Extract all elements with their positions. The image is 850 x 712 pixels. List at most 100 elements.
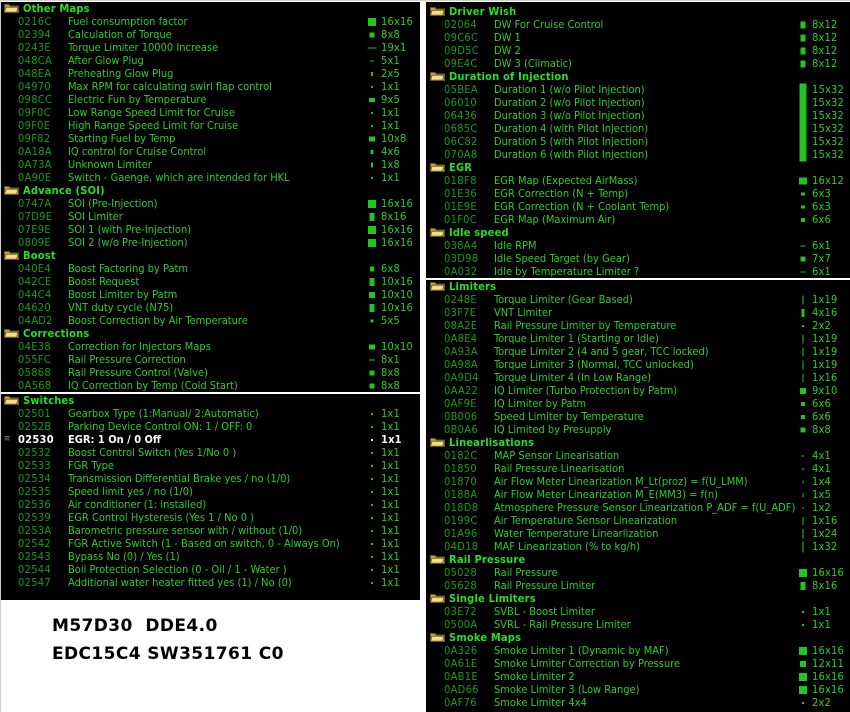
group-header[interactable]: Driver Wish: [426, 5, 850, 18]
map-row[interactable]: 04D18 MAF Linearization (% to kg/h) 1x32: [426, 540, 850, 553]
group-header[interactable]: Switches: [0, 394, 420, 407]
map-row[interactable]: 06436 Duration 3 (w/o Pilot Injection) 15x…: [426, 109, 850, 122]
map-row[interactable]: 0747A SOI (Pre-Injection) 16x16: [0, 197, 420, 210]
map-row[interactable]: 01A96 Water Temperature Linearlization 1x2…: [426, 527, 850, 540]
map-row[interactable]: 09E4C DW 3 (Climatic) 8x12: [426, 57, 850, 70]
map-row[interactable]: 0B006 Speed Limiter by Temperature 6x6: [426, 410, 850, 423]
map-row[interactable]: 09F0C Low Range Speed Limit for Cruise 1x1: [0, 106, 420, 119]
map-row[interactable]: 0A326 Smoke Limiter 1 (Dynamic by MAF) 16x…: [426, 644, 850, 657]
map-row[interactable]: 0A98A Torque Limiter 3 (Normal, TCC unloc…: [426, 358, 850, 371]
group-header[interactable]: Duration of Injection: [426, 70, 850, 83]
map-row[interactable]: 0A8E4 Torque Limiter 1 (Starting or Idle)…: [426, 332, 850, 345]
map-row[interactable]: 0A18A IQ control for Cruise Control 4x6: [0, 145, 420, 158]
map-row[interactable]: 09F0E High Range Speed Limit for Cruise 1x…: [0, 119, 420, 132]
map-row[interactable]: 05868 Rail Pressure Control (Valve) 8x8: [0, 366, 420, 379]
map-row[interactable]: 02542 FGR Active Switch (1 - Based on swi…: [0, 537, 420, 550]
map-row[interactable]: 06C82 Duration 5 (with Pilot Injection) 15…: [426, 135, 850, 148]
group-header[interactable]: Other Maps: [0, 2, 420, 15]
map-row[interactable]: 05BEA Duration 1 (w/o Pilot Injection) 15x…: [426, 83, 850, 96]
map-row[interactable]: 048EA Preheating Glow Plug 2x5: [0, 67, 420, 80]
group-header[interactable]: Single Limiters: [426, 592, 850, 605]
map-row[interactable]: 02539 EGR Control Hysteresis (Yes 1 / No …: [0, 511, 420, 524]
map-row[interactable]: 03E72 SVBL - Boost Limiter 1x1: [426, 605, 850, 618]
map-row[interactable]: 0243E Torque Limiter 10000 Increase 19x1: [0, 41, 420, 54]
map-row[interactable]: 09F82 Starting Fuel by Temp 10x8: [0, 132, 420, 145]
map-row[interactable]: 05628 Rail Pressure Limiter 8x16: [426, 579, 850, 592]
map-row[interactable]: 05028 Rail Pressure 16x16: [426, 566, 850, 579]
group-header[interactable]: Advance (SOI): [0, 184, 420, 197]
group-header[interactable]: EGR: [426, 161, 850, 174]
map-row[interactable]: 040E4 Boost Factoring by Patm 6x8: [0, 262, 420, 275]
map-row[interactable]: 02394 Calculation of Torque 8x8: [0, 28, 420, 41]
map-row[interactable]: 01870 Air Flow Meter Linearization M_Lt(p…: [426, 475, 850, 488]
map-row[interactable]: 018D8 Atmosphere Pressure Sensor Lineariz…: [426, 501, 850, 514]
map-row[interactable]: 0A61E Smoke Limiter Correction by Pressur…: [426, 657, 850, 670]
map-row[interactable]: 07D9E SOI Limiter 8x16: [0, 210, 420, 223]
left-tree-column[interactable]: Other Maps 0216C Fuel consumption factor 16…: [0, 0, 420, 600]
map-row[interactable]: 0809E SOI 2 (w/o Pre-Injection) 16x16: [0, 236, 420, 249]
map-row[interactable]: 0216C Fuel consumption factor 16x16: [0, 15, 420, 28]
group-header[interactable]: Limiters: [426, 280, 850, 293]
map-row[interactable]: 09C6C DW 1 8x12: [426, 31, 850, 44]
map-row[interactable]: 042CE Boost Request 10x16: [0, 275, 420, 288]
map-row[interactable]: 048CA After Glow Plug 5x1: [0, 54, 420, 67]
map-row[interactable]: 02544 Boil Protection Selection (0 - Oil …: [0, 563, 420, 576]
map-row[interactable]: 0A9D4 Torque Limiter 4 (In Low Range) 1x16: [426, 371, 850, 384]
map-row[interactable]: 02534 Transmission Differential Brake yes…: [0, 472, 420, 485]
map-row[interactable]: 03D98 Idle Speed Target (by Gear) 7x7: [426, 252, 850, 265]
map-row[interactable]: 02547 Additional water heater fitted yes …: [0, 576, 420, 589]
map-row[interactable]: 04E38 Correction for Injectors Maps 10x10: [0, 340, 420, 353]
map-row[interactable]: 0B0A6 IQ Limited by Presupply 8x8: [426, 423, 850, 436]
map-row[interactable]: 01E36 EGR Correction (N + Temp) 6x3: [426, 187, 850, 200]
map-row[interactable]: 02535 Speed limit yes / no (1/0) 1x1: [0, 485, 420, 498]
map-row[interactable]: 0A90E Switch - Gaenge, which are intended…: [0, 171, 420, 184]
map-row[interactable]: 0AF76 Smoke Limiter 4x4 2x2: [426, 696, 850, 709]
map-row[interactable]: 09D5C DW 2 8x12: [426, 44, 850, 57]
map-row[interactable]: 0253A Barometric pressure sensor with / w…: [0, 524, 420, 537]
map-row[interactable]: 070A8 Duration 6 (with Pilot Injection) 15…: [426, 148, 850, 161]
right-tree-column[interactable]: Driver Wish 02064 DW For Cruise Control 8x1…: [426, 0, 850, 712]
map-row[interactable]: 02536 Air conditioner (1: installed) 1x1: [0, 498, 420, 511]
group-header[interactable]: Linearlisations: [426, 436, 850, 449]
map-row[interactable]: 02532 Boost Control Switch (Yes 1/No 0 ) 1…: [0, 446, 420, 459]
map-row[interactable]: 098CC Electric Fun by Temperature 9x5: [0, 93, 420, 106]
map-row[interactable]: 02543 Bypass No (0) / Yes (1) 1x1: [0, 550, 420, 563]
map-row[interactable]: 0AD66 Smoke Limiter 3 (Low Range) 16x16: [426, 683, 850, 696]
map-row[interactable]: 0685C Duration 4 (with Pilot Injection) 15…: [426, 122, 850, 135]
map-row[interactable]: 0A032 Idle by Temperature Limiter ? 6x1: [426, 265, 850, 278]
map-row[interactable]: 038A4 Idle RPM 6x1: [426, 239, 850, 252]
map-row[interactable]: 0252B Parking Device Control ON: 1 / OFF:…: [0, 420, 420, 433]
map-row[interactable]: 055FC Rail Pressure Correction 8x1: [0, 353, 420, 366]
map-row[interactable]: 0199C Air Temperature Sensor Linearizatio…: [426, 514, 850, 527]
map-row[interactable]: 04AD2 Boost Correction by Air Temperature…: [0, 314, 420, 327]
map-row[interactable]: 03F7E VNT Limiter 4x16: [426, 306, 850, 319]
map-row[interactable]: 08A2E Rail Pressure Limiter by Temperatur…: [426, 319, 850, 332]
map-row[interactable]: 0500A SVRL - Rail Pressure Limiter 1x1: [426, 618, 850, 631]
map-row[interactable]: 0182C MAP Sensor Linearisation 4x1: [426, 449, 850, 462]
map-row[interactable]: ≡ 02530 EGR: 1 On / 0 Off 1x1: [0, 433, 420, 446]
group-header[interactable]: Boost: [0, 249, 420, 262]
map-row[interactable]: 01F0C EGR Map (Maximum Air) 6x6: [426, 213, 850, 226]
map-row[interactable]: 0AB1E Smoke Limiter 2 16x16: [426, 670, 850, 683]
group-header[interactable]: Smoke Maps: [426, 631, 850, 644]
group-header[interactable]: Rail Pressure: [426, 553, 850, 566]
map-row[interactable]: 02501 Gearbox Type (1:Manual/ 2:Automatic…: [0, 407, 420, 420]
map-row[interactable]: 02533 FGR Type 1x1: [0, 459, 420, 472]
map-row[interactable]: 0A93A Torque Limiter 2 (4 and 5 gear, TCC…: [426, 345, 850, 358]
map-row[interactable]: 04620 VNT duty cycle (N75) 10x16: [0, 301, 420, 314]
map-row[interactable]: 07E9E SOI 1 (with Pre-Injection) 16x16: [0, 223, 420, 236]
group-header[interactable]: Corrections: [0, 327, 420, 340]
group-header[interactable]: Idle speed: [426, 226, 850, 239]
map-row[interactable]: 0AA22 IQ Limiter (Turbo Protection by Pat…: [426, 384, 850, 397]
map-row[interactable]: 01BF8 EGR Map (Expected AirMass) 16x12: [426, 174, 850, 187]
map-row[interactable]: 0A568 IQ Correction by Temp (Cold Start) 8…: [0, 379, 420, 392]
map-row[interactable]: 0AF9E IQ Limiter by Patm 6x6: [426, 397, 850, 410]
map-row[interactable]: 0188A Air Flow Meter Linearization M_E(MM…: [426, 488, 850, 501]
map-row[interactable]: 04970 Max RPM for calculating swirl flap …: [0, 80, 420, 93]
map-row[interactable]: 06010 Duration 2 (w/o Pilot Injection) 15x…: [426, 96, 850, 109]
map-row[interactable]: 01850 Rail Pressure Linearisation 4x1: [426, 462, 850, 475]
map-row[interactable]: 044C4 Boost Limiter by Patm 10x10: [0, 288, 420, 301]
map-row[interactable]: 0248E Torque Limiter (Gear Based) 1x19: [426, 293, 850, 306]
map-row[interactable]: 0A73A Unknown Limiter 1x8: [0, 158, 420, 171]
map-row[interactable]: 02064 DW For Cruise Control 8x12: [426, 18, 850, 31]
